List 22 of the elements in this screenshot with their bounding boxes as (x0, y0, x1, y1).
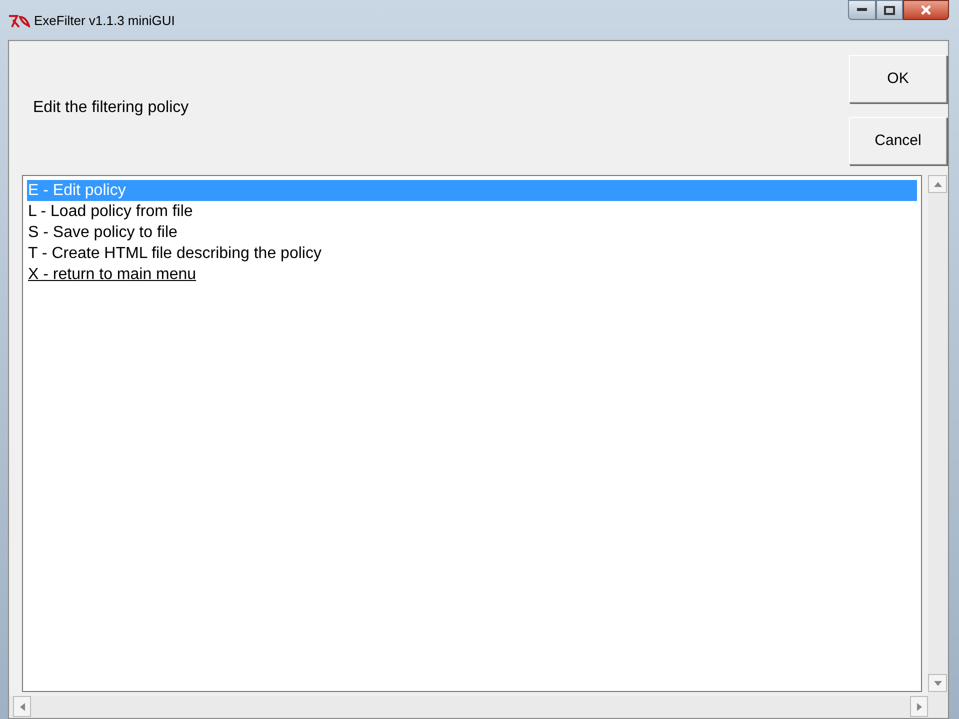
list-item[interactable]: T - Create HTML file describing the policy (27, 243, 917, 264)
list-item[interactable]: L - Load policy from file (27, 201, 917, 222)
close-icon (920, 5, 932, 15)
scroll-up-button[interactable] (928, 175, 947, 193)
list-item[interactable]: X - return to main menu (27, 264, 917, 285)
scroll-left-button[interactable] (13, 696, 31, 717)
close-button[interactable] (903, 0, 949, 20)
left-arrow-icon (20, 702, 24, 710)
prompt-label: Edit the filtering policy (33, 98, 190, 118)
ok-button[interactable]: OK (849, 55, 947, 103)
right-arrow-icon (916, 702, 922, 710)
maximize-icon (884, 6, 895, 14)
minimize-button[interactable] (848, 0, 876, 20)
maximize-button[interactable] (876, 0, 903, 20)
scroll-down-button[interactable] (928, 674, 947, 692)
scroll-right-button[interactable] (910, 696, 928, 717)
down-arrow-icon (934, 680, 942, 686)
cancel-button[interactable]: Cancel (849, 117, 947, 165)
list-item[interactable]: S - Save policy to file (27, 222, 917, 243)
minimize-icon (857, 8, 867, 12)
window-title: ExeFilter v1.1.3 miniGUI (34, 12, 175, 30)
up-arrow-icon (934, 182, 942, 186)
